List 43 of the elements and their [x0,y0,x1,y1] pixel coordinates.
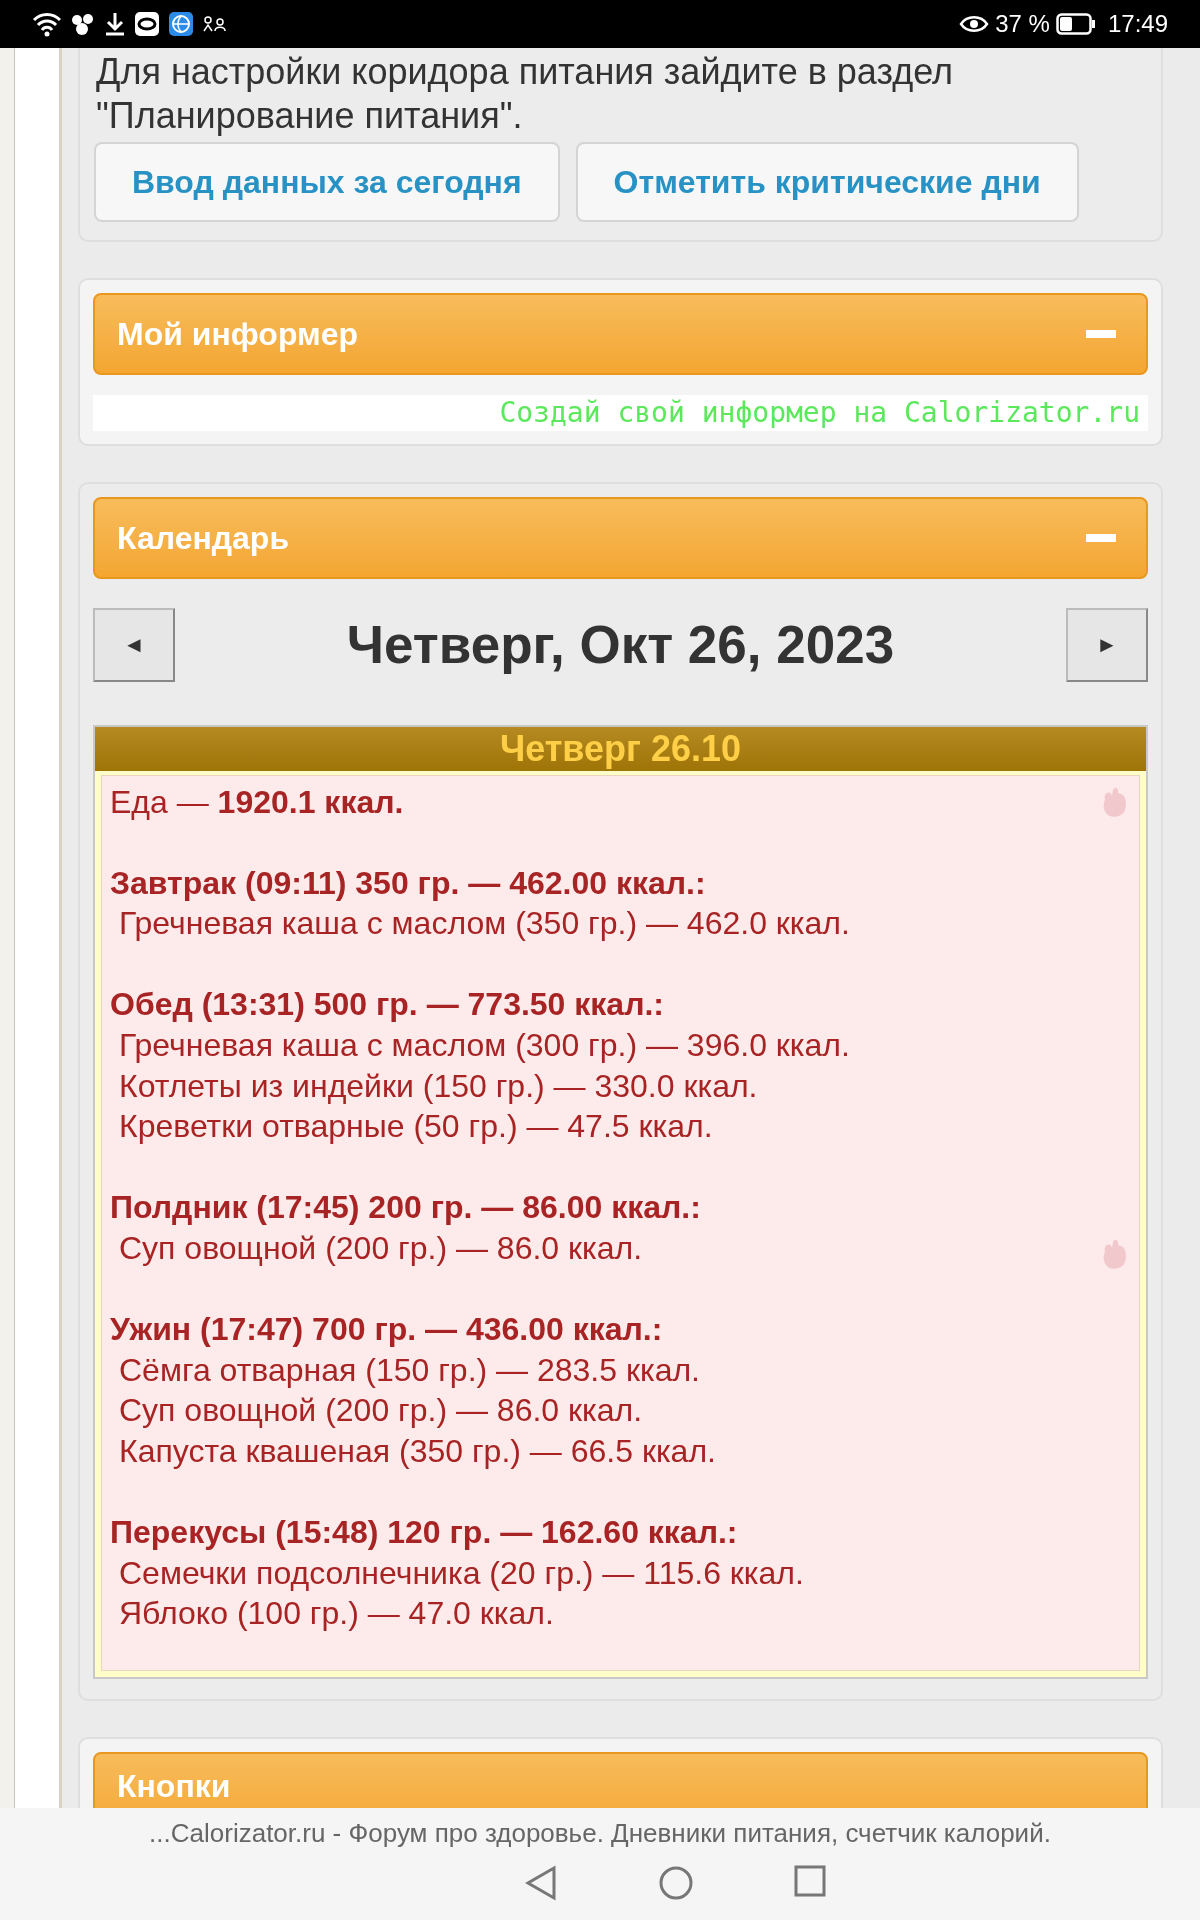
meal-item: Семечки подсолнечника (20 гр.) — 115.6 ккал. [119,1553,804,1593]
meal-item: Гречневая каша с маслом (350 гр.) — 462.0 ккал. [119,904,850,944]
meal-item: Гречневая каша с маслом (300 гр.) — 396.0 ккал. [119,1026,850,1066]
meal-title: Полдник (17:45) 200 гр. — 86.00 ккал.: [110,1188,701,1228]
date-title: Четверг, Окт 26, 2023 [346,614,895,676]
panel-header[interactable]: Календарь [93,497,1148,579]
panel-header[interactable]: Мой информер [93,293,1148,375]
download-icon [104,11,126,37]
meal-item: Котлеты из индейки (150 гр.) — 330.0 ккал. [119,1066,758,1106]
meal-item: Яблоко (100 гр.) — 47.0 ккал. [119,1594,554,1634]
meal-title: Обед (13:31) 500 гр. — 773.50 ккал.: [110,985,664,1025]
meal-item: Креветки отварные (50 гр.) — 47.5 ккал. [119,1107,713,1147]
page-title: ...Calorizator.ru - Форум про здоровье. Дневники питания, счетчик калорий. [149,1817,1051,1850]
battery-percent: 37 % [995,9,1050,39]
battery-icon [1055,13,1096,35]
action-button[interactable]: Отметить критические дни [575,142,1079,222]
action-button[interactable]: Ввод данных за сегодня [94,142,560,222]
clock: 17:49 [1107,9,1168,39]
meal-title: Ужин (17:47) 700 гр. — 436.00 ккал.: [110,1310,663,1350]
previous-day-button[interactable]: ◄ [93,607,175,682]
home-icon[interactable] [658,1865,694,1901]
recents-icon[interactable] [794,1865,826,1897]
people-icon [202,14,228,34]
wifi-icon [32,11,62,37]
meal-item: Капуста квашеная (350 гр.) — 66.5 ккал. [119,1432,716,1471]
next-day-button[interactable]: ► [1066,607,1148,682]
panel-title: Мой информер [117,315,359,354]
meal-title: Завтрак (09:11) 350 гр. — 462.00 ккал.: [110,863,706,903]
day-heading: Четверг 26.10 [95,726,1146,771]
globe-icon [168,11,194,37]
eye-icon [959,14,990,34]
meal-title: Перекусы (15:48) 120 гр. — 162.60 ккал.: [110,1513,738,1553]
meal-item: Сёмга отварная (150 гр.) — 283.5 ккал. [119,1350,700,1390]
app-icon [134,11,160,37]
food-total: Еда — 1920.1 ккал. [110,782,404,822]
info-text: Для настройки коридора питания зайдите в раздел "Планирование питания". [95,50,955,138]
panel-header[interactable]: Кнопки [93,1751,1148,1808]
back-icon[interactable] [524,1865,558,1901]
meal-item: Суп овощной (200 гр.) — 86.0 ккал. [119,1391,643,1431]
meal-item: Суп овощной (200 гр.) — 86.0 ккал. [119,1229,643,1269]
bubbles-icon [70,12,96,36]
panel-title: Кнопки [117,1766,231,1806]
panel-title: Календарь [117,519,290,558]
